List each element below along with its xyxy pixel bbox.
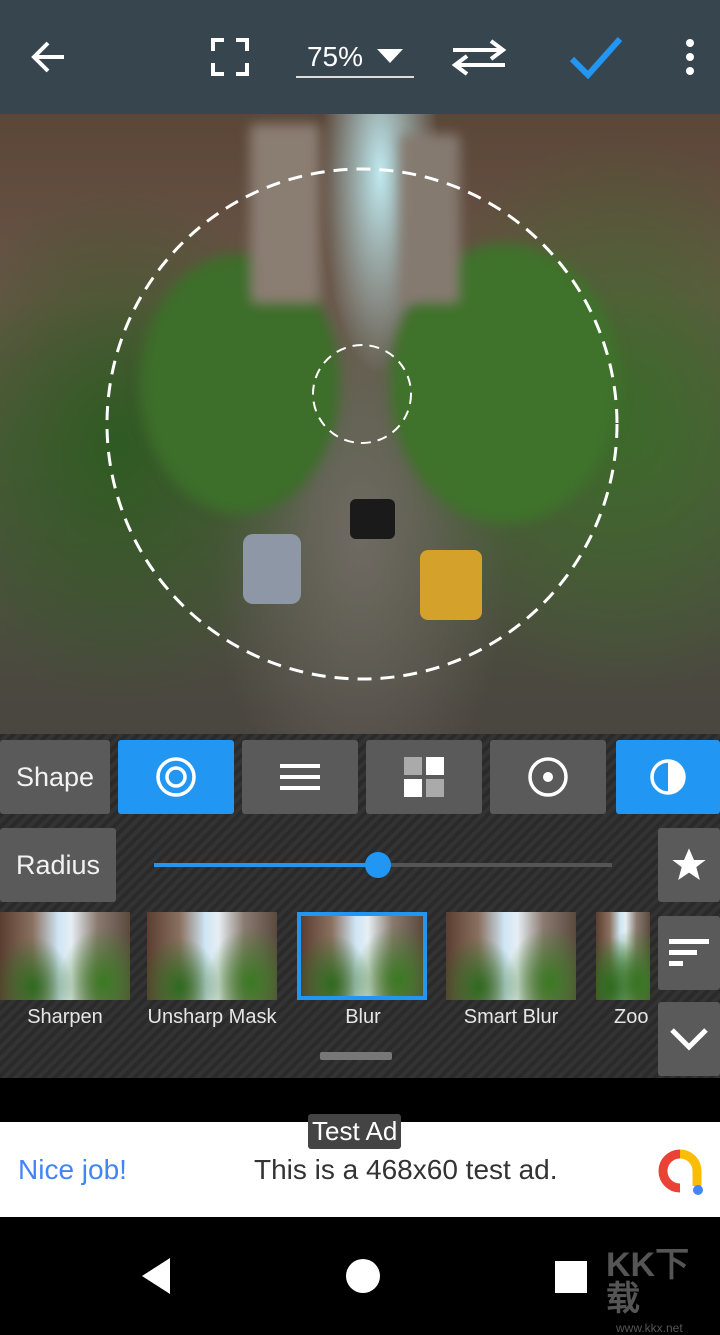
ad-logo-icon [658,1149,703,1195]
drag-handle[interactable] [320,1052,392,1060]
test-ad-badge: Test Ad [308,1114,402,1149]
favorite-button[interactable] [658,828,720,902]
chevron-down-icon [670,1028,708,1051]
blur-focus-overlay[interactable] [0,114,720,734]
filter-label: Unsharp Mask [147,1006,277,1028]
grid-squares-icon [404,757,444,797]
dot-circle-icon [528,757,568,797]
watermark-logo: KK下载 www.kkx.net [606,1246,690,1335]
shape-radial-button[interactable] [118,740,234,814]
shape-grid-button[interactable] [366,740,482,814]
check-icon [569,37,623,79]
half-circle-icon [650,759,686,795]
shape-dot-button[interactable] [490,740,606,814]
swap-icon [451,39,507,76]
star-icon [672,848,706,880]
fullscreen-icon [211,38,249,76]
filter-label: Smart Blur [463,1006,559,1028]
zoom-dropdown[interactable]: 75% [296,0,414,114]
nav-home-button[interactable] [345,1258,381,1294]
sort-icon [669,939,709,966]
apply-button[interactable] [564,0,628,114]
filter-label: Blur [345,1006,381,1028]
radius-slider-fill [154,863,379,867]
radius-label: Radius [0,828,116,902]
swap-button[interactable] [444,0,514,114]
filter-label: Zoo [614,1006,649,1028]
collapse-button[interactable] [658,1002,720,1076]
nav-recents-button[interactable] [555,1261,587,1293]
inner-radius-handle [312,344,412,444]
ad-headline: Nice job! [18,1154,127,1185]
more-vert-icon [686,39,694,75]
filter-thumb-unsharp-mask[interactable] [147,912,277,1000]
ad-banner[interactable]: Test Ad Nice job! This is a 468x60 test … [0,1114,720,1217]
filter-label: Sharpen [27,1006,103,1028]
linear-lines-icon [280,764,320,790]
nav-back-button[interactable] [140,1258,172,1294]
fullscreen-button[interactable] [200,0,260,114]
arrow-left-icon [31,41,64,73]
zoom-value: 75% [306,41,364,72]
photo-canvas[interactable] [0,114,720,734]
shape-linear-button[interactable] [242,740,358,814]
filter-thumb-sharpen[interactable] [0,912,130,1000]
filter-thumb-blur-selected[interactable] [297,912,427,1000]
system-nav-bar: KK下载 www.kkx.net [0,1218,720,1334]
concentric-circle-icon [156,757,196,797]
dropdown-icon [377,49,404,63]
filter-thumb-smart-blur[interactable] [446,912,576,1000]
tool-panel: Shape Radius Sharpen Unsharp Mask Blur S… [0,734,720,1078]
shape-label: Shape [0,740,110,814]
sort-button[interactable] [658,916,720,990]
filter-thumb-zoom[interactable] [596,912,650,1000]
top-toolbar: 75% [0,0,720,114]
radius-slider-thumb[interactable] [365,852,392,878]
back-button[interactable] [18,0,78,114]
more-button[interactable] [670,0,710,114]
invert-button[interactable] [616,740,720,814]
radius-slider[interactable] [154,852,612,878]
ad-text: This is a 468x60 test ad. [254,1154,558,1185]
outer-radius-handle [105,167,619,681]
